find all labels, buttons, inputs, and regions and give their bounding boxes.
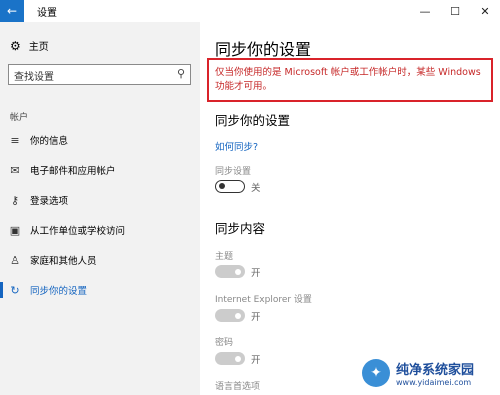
back-button[interactable]: ← xyxy=(0,0,24,22)
main-panel: 同步你的设置 仅当你使用的是 Microsoft 帐户或工作帐户时，某些 Win… xyxy=(200,22,500,395)
search-box[interactable]: ⚲ xyxy=(8,64,191,87)
toggle-knob xyxy=(219,183,225,189)
sidebar-item-family[interactable]: ♙ 家庭和其他人员 xyxy=(0,248,200,272)
person-icon: ♙ xyxy=(10,253,20,267)
sync-section-title: 同步你的设置 xyxy=(215,113,291,128)
home-label: 主页 xyxy=(28,42,49,53)
close-button[interactable]: ✕ xyxy=(470,0,500,22)
notice-box: 仅当你使用的是 Microsoft 帐户或工作帐户时，某些 Windows 功能… xyxy=(207,58,493,102)
sync-icon: ↻ xyxy=(10,283,20,297)
watermark: ✦ 纯净系统家园 www.yidaimei.com xyxy=(350,350,500,395)
minimize-button[interactable]: — xyxy=(410,0,440,22)
sync-setting-state: 关 xyxy=(251,183,261,194)
maximize-button[interactable]: ☐ xyxy=(440,0,470,22)
sidebar-item-label: 从工作单位或学校访问 xyxy=(30,226,126,237)
key-icon: ⚷ xyxy=(10,193,20,207)
sidebar-item-sign-in-options[interactable]: ⚷ 登录选项 xyxy=(0,188,200,212)
sidebar-item-label: 同步你的设置 xyxy=(30,286,88,297)
sidebar-item-work-school[interactable]: ▣ 从工作单位或学校访问 xyxy=(0,218,200,242)
title-bar: ← 设置 — ☐ ✕ xyxy=(0,0,500,22)
sync-setting-toggle[interactable] xyxy=(215,180,245,193)
gear-icon: ⚙ xyxy=(10,38,21,53)
home-link[interactable]: ⚙ 主页 xyxy=(10,38,49,54)
notice-text: 仅当你使用的是 Microsoft 帐户或工作帐户时，某些 Windows 功能… xyxy=(215,67,481,92)
ie-settings-toggle[interactable] xyxy=(215,309,245,322)
watermark-logo-icon: ✦ xyxy=(362,358,390,387)
person-card-icon: ≡ xyxy=(10,133,20,147)
ie-settings-state: 开 xyxy=(251,312,261,323)
sidebar-item-your-info[interactable]: ≡ 你的信息 xyxy=(0,128,200,152)
back-arrow-icon: ← xyxy=(6,4,18,18)
toggle-knob xyxy=(235,312,241,319)
sidebar-item-label: 电子邮件和应用帐户 xyxy=(30,166,116,177)
toggle-knob xyxy=(235,268,241,275)
ie-settings-label: Internet Explorer 设置 xyxy=(215,295,312,305)
sidebar-item-label: 你的信息 xyxy=(30,136,69,147)
how-to-sync-link[interactable]: 如何同步? xyxy=(215,139,258,153)
sync-content-title: 同步内容 xyxy=(215,221,266,236)
sidebar-item-label: 家庭和其他人员 xyxy=(30,256,97,267)
close-icon: ✕ xyxy=(480,4,490,18)
sync-setting-label: 同步设置 xyxy=(215,167,252,177)
toggle-knob xyxy=(235,355,241,362)
sidebar-item-email-accounts[interactable]: ✉ 电子邮件和应用帐户 xyxy=(0,158,200,182)
passwords-label: 密码 xyxy=(215,338,234,348)
sidebar-item-label: 登录选项 xyxy=(30,196,69,207)
page-title: 同步你的设置 xyxy=(215,40,312,59)
maximize-icon: ☐ xyxy=(450,4,460,18)
theme-state: 开 xyxy=(251,268,261,279)
search-input[interactable] xyxy=(9,68,174,87)
theme-label: 主题 xyxy=(215,252,234,262)
watermark-title: 纯净系统家园 xyxy=(396,362,475,378)
search-icon[interactable]: ⚲ xyxy=(177,67,185,80)
sidebar-item-sync-settings[interactable]: ↻ 同步你的设置 xyxy=(0,278,200,302)
window-title: 设置 xyxy=(37,8,57,19)
mail-icon: ✉ xyxy=(10,163,20,177)
language-prefs-label: 语言首选项 xyxy=(215,382,261,392)
briefcase-icon: ▣ xyxy=(9,223,21,237)
passwords-toggle[interactable] xyxy=(215,352,245,365)
passwords-state: 开 xyxy=(251,355,261,366)
watermark-url: www.yidaimei.com xyxy=(396,377,472,387)
theme-toggle[interactable] xyxy=(215,265,245,278)
sidebar-section-label: 帐户 xyxy=(10,113,29,123)
minimize-icon: — xyxy=(419,4,431,18)
